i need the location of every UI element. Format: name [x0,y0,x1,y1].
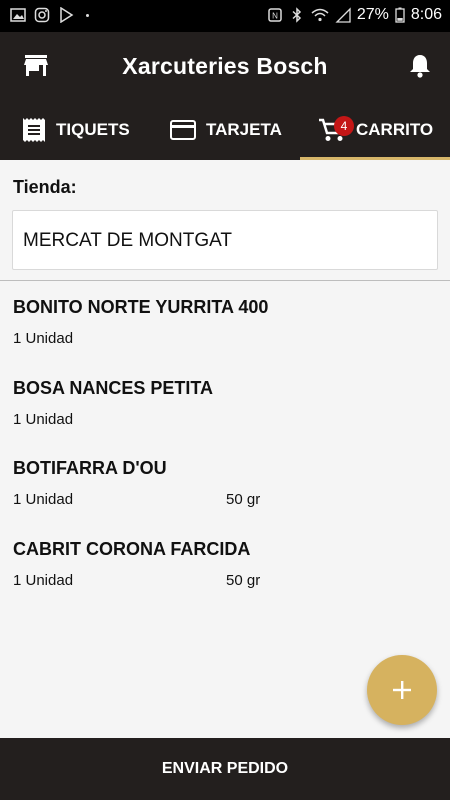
item-quantity: 1 Unidad [13,571,74,589]
item-name: CABRIT CORONA FARCIDA [13,538,251,559]
store-select[interactable]: MERCAT DE MONTGAT [12,210,438,270]
list-item[interactable]: BONITO NORTE YURRITA 400 1 Unidad [0,281,450,362]
active-tab-indicator [300,157,450,160]
store-label: Tienda: [13,177,77,197]
cart-list: BONITO NORTE YURRITA 400 1 Unidad BOSA N… [0,281,450,603]
status-bar: N 27% 8:06 [0,0,450,32]
notification-dot [86,13,89,17]
plus-icon [393,681,411,699]
item-weight: 50 gr [226,571,261,589]
nfc-icon: N [268,8,282,22]
play-store-icon [60,7,74,23]
tab-tiquets-label: TIQUETS [56,120,130,139]
app-bar: Xarcuteries Bosch [0,32,450,100]
add-item-button[interactable] [367,655,437,725]
bell-icon[interactable] [406,52,434,80]
tab-carrito-label: CARRITO [356,120,434,139]
item-quantity: 1 Unidad [13,330,74,347]
clock: 8:06 [410,6,442,23]
battery-percent: 27% [356,6,389,23]
gallery-icon [10,8,26,22]
credit-card-icon [170,120,196,140]
svg-text:N: N [272,12,278,21]
cart-count-badge: 4 [334,116,354,136]
bluetooth-icon [292,7,301,23]
wifi-icon [311,8,329,22]
battery-icon [395,7,405,23]
send-order-button[interactable]: ENVIAR PEDIDO [0,738,450,800]
tab-tiquets[interactable]: TIQUETS [22,100,130,160]
item-quantity: 1 Unidad [13,410,74,428]
item-weight: 50 gr [226,491,261,508]
list-item[interactable]: BOTIFARRA D'OU 1 Unidad 50 gr [0,442,450,523]
tab-tarjeta[interactable]: TARJETA [170,100,282,160]
list-item[interactable]: BOSA NANCES PETITA 1 Unidad [0,362,450,443]
item-quantity: 1 Unidad [13,491,74,508]
tab-bar: TIQUETS TARJETA CARRITO [0,100,450,160]
item-name: BONITO NORTE YURRITA 400 [13,297,269,317]
list-item[interactable]: CABRIT CORONA FARCIDA 1 Unidad 50 gr [0,523,450,604]
tab-tarjeta-label: TARJETA [206,120,282,139]
instagram-icon [34,7,50,23]
receipt-icon [23,118,45,142]
item-name: BOTIFARRA D'OU [13,458,167,478]
item-name: BOSA NANCES PETITA [13,377,214,398]
app-title: Xarcuteries Bosch [122,53,328,79]
signal-icon [335,7,351,23]
